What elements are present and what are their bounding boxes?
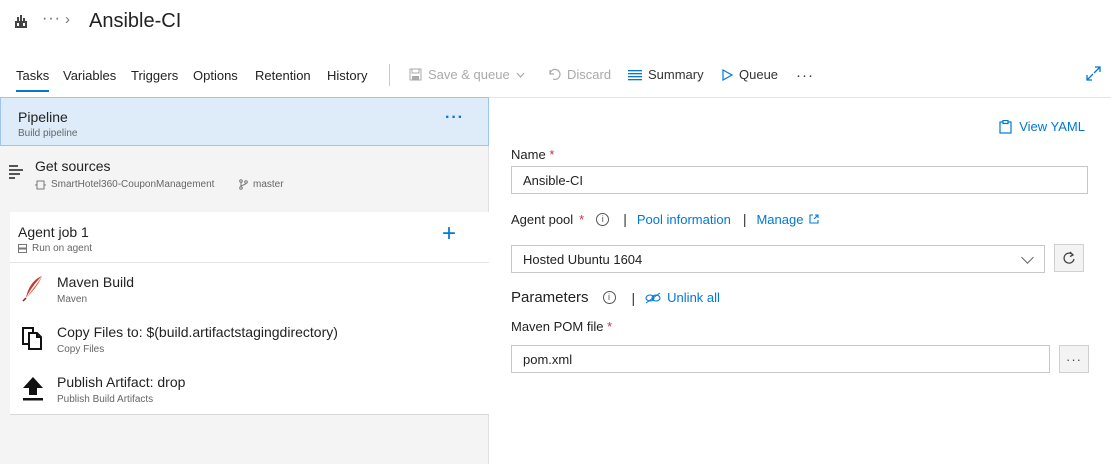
save-icon [409, 68, 422, 81]
get-sources-icon [9, 165, 23, 181]
agent-job-item[interactable]: Agent job 1 Run on agent + [10, 212, 489, 263]
clipboard-icon [999, 119, 1012, 134]
page-title: Ansible-CI [89, 10, 182, 32]
branch-info: master [239, 179, 284, 190]
toolbar-divider [389, 64, 390, 86]
summary-list-icon [628, 69, 642, 80]
unlink-all-link[interactable]: Unlink all [667, 290, 720, 305]
view-yaml-link[interactable]: View YAML [999, 119, 1085, 134]
task-subtitle: Maven [57, 294, 88, 305]
agent-job-title: Agent job 1 [18, 224, 89, 240]
tab-bar: Tasks Variables Triggers Options Retenti… [0, 58, 1111, 98]
undo-icon [549, 68, 561, 80]
tab-options[interactable]: Options [193, 68, 238, 83]
unlink-icon [645, 292, 661, 303]
agent-job-subtitle-row: Run on agent [18, 243, 92, 254]
pom-file-input[interactable] [511, 345, 1050, 373]
required-marker: * [579, 211, 585, 227]
save-and-queue-label: Save & queue [428, 67, 510, 82]
info-icon[interactable]: i [602, 291, 616, 304]
maven-feather-icon [22, 276, 42, 302]
required-marker: * [607, 319, 613, 334]
play-icon [722, 68, 733, 81]
pipeline-task-list: Pipeline Build pipeline ··· Get sources … [0, 97, 489, 464]
name-input[interactable] [511, 166, 1088, 194]
task-subtitle: Copy Files [57, 344, 105, 355]
summary-label: Summary [648, 67, 704, 82]
info-icon[interactable]: i [596, 212, 610, 226]
refresh-button[interactable] [1054, 244, 1084, 272]
repository-name: SmartHotel360-CouponManagement [51, 179, 215, 190]
branch-icon [239, 179, 248, 190]
repo-icon [35, 180, 46, 189]
task-publish-artifact[interactable]: Publish Artifact: drop Publish Build Art… [10, 363, 489, 413]
tab-history[interactable]: History [327, 68, 367, 83]
name-label-text: Name [511, 147, 546, 162]
agent-pool-header: Agent pool * i | Pool information | Mana… [511, 211, 820, 227]
task-maven-build[interactable]: Maven Build Maven [10, 263, 489, 313]
tab-triggers[interactable]: Triggers [131, 68, 178, 83]
separator: | [742, 211, 747, 227]
header: ··· › Ansible-CI [0, 0, 1111, 50]
separator: | [631, 289, 636, 306]
tab-retention[interactable]: Retention [255, 68, 311, 83]
task-title: Maven Build [57, 274, 135, 290]
tab-variables[interactable]: Variables [63, 68, 116, 83]
view-yaml-label: View YAML [1019, 119, 1085, 134]
save-and-queue-button[interactable]: Save & queue [409, 67, 525, 82]
pipeline-more-button[interactable]: ··· [445, 109, 464, 127]
copy-files-icon [22, 327, 42, 350]
refresh-icon [1063, 251, 1075, 264]
breadcrumb-chevron-icon: › [65, 11, 70, 28]
agent-job-subtitle: Run on agent [32, 243, 93, 254]
task-subtitle: Publish Build Artifacts [57, 394, 154, 405]
manage-link[interactable]: Manage [756, 212, 803, 227]
pipeline-title: Pipeline [18, 109, 68, 125]
parameters-header: Parameters i | Unlink all [511, 289, 720, 306]
build-pipeline-icon [15, 15, 27, 28]
tab-tasks[interactable]: Tasks [16, 68, 50, 92]
repository-info: SmartHotel360-CouponManagement [35, 179, 214, 190]
agent-pool-value: Hosted Ubuntu 1604 [523, 252, 643, 267]
pipeline-details-panel: View YAML Name * Agent pool * i | Pool i… [490, 97, 1111, 464]
pom-browse-button[interactable]: ··· [1059, 345, 1089, 373]
name-label: Name * [511, 147, 554, 162]
separator: | [623, 211, 627, 227]
chevron-down-icon [516, 72, 525, 78]
task-title: Publish Artifact: drop [57, 374, 186, 390]
queue-label: Queue [739, 67, 779, 82]
toolbar-more-button[interactable]: ··· [796, 67, 814, 84]
discard-button[interactable]: Discard [548, 67, 611, 82]
upload-arrow-icon [23, 377, 43, 401]
server-icon [18, 244, 27, 253]
pipeline-item[interactable]: Pipeline Build pipeline ··· [0, 97, 489, 146]
pipeline-subtitle: Build pipeline [18, 128, 78, 139]
external-link-icon [809, 214, 820, 224]
agent-pool-label: Agent pool [511, 211, 574, 227]
queue-button[interactable]: Queue [722, 67, 778, 82]
agent-pool-select[interactable]: Hosted Ubuntu 1604 [511, 245, 1045, 273]
pom-label-text: Maven POM file [511, 319, 604, 334]
task-title: Copy Files to: $(build.artifactstagingdi… [57, 324, 338, 340]
pool-information-link[interactable]: Pool information [637, 212, 731, 227]
chevron-down-icon [1021, 251, 1034, 264]
branch-name: master [253, 179, 284, 190]
get-sources-item[interactable]: Get sources SmartHotel360-CouponManageme… [0, 149, 489, 205]
breadcrumb-more-button[interactable]: ··· [42, 10, 61, 28]
required-marker: * [549, 147, 555, 162]
discard-label: Discard [567, 67, 612, 82]
task-list: Maven Build Maven Copy Files to: $(build… [10, 263, 489, 415]
task-copy-files[interactable]: Copy Files to: $(build.artifactstagingdi… [10, 313, 489, 363]
get-sources-title: Get sources [35, 158, 111, 174]
parameters-label: Parameters [511, 289, 589, 306]
pom-label: Maven POM file * [511, 319, 612, 334]
expand-icon[interactable] [1086, 66, 1101, 81]
summary-button[interactable]: Summary [628, 67, 704, 82]
add-task-button[interactable]: + [442, 220, 456, 248]
